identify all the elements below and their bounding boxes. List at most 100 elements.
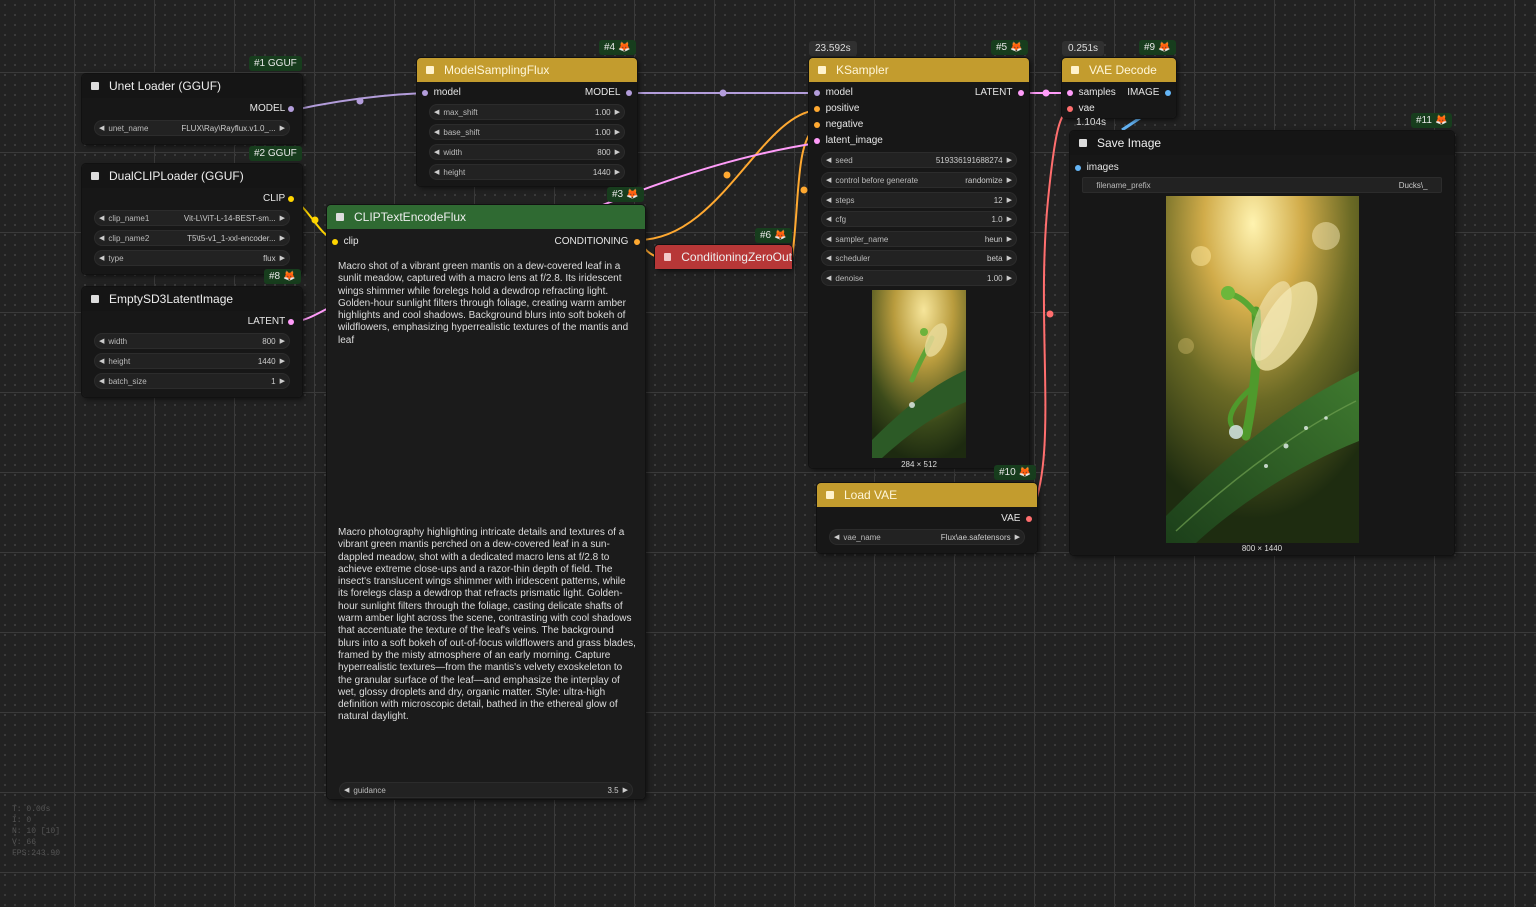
widget-scheduler[interactable]: ◀ scheduler beta ▶ [821,250,1017,266]
right-arrow-icon[interactable]: ▶ [1015,533,1020,541]
left-arrow-icon[interactable]: ◀ [434,128,439,136]
input-slot-icon[interactable] [814,137,820,144]
widget-sampler-name[interactable]: ◀ sampler_name heun ▶ [821,231,1017,247]
widget-filename-prefix[interactable]: ◀filename_prefixDucks\_▶ [1082,177,1442,193]
collapse-icon[interactable] [1071,66,1079,74]
left-arrow-icon[interactable]: ◀ [99,254,104,262]
widget-steps[interactable]: ◀ steps 12 ▶ [821,192,1017,208]
node-title[interactable]: Unet Loader (GGUF) [82,74,302,98]
right-arrow-icon[interactable]: ▶ [1007,254,1012,262]
node-title[interactable]: EmptySD3LatentImage [82,287,302,311]
right-arrow-icon[interactable]: ▶ [1007,274,1012,282]
collapse-icon[interactable] [91,172,99,180]
left-arrow-icon[interactable]: ◀ [826,235,831,243]
output-slot-icon[interactable] [634,238,640,245]
left-arrow-icon[interactable]: ◀ [826,196,831,204]
right-arrow-icon[interactable]: ▶ [1007,156,1012,164]
left-arrow-icon[interactable]: ◀ [434,108,439,116]
right-arrow-icon[interactable]: ▶ [280,377,285,385]
collapse-icon[interactable] [91,82,99,90]
input-samples[interactable]: samples [1067,87,1116,98]
empty-latent-node[interactable]: EmptySD3LatentImage LATENT ◀ width 800 ▶ ◀ h… [82,287,302,397]
left-arrow-icon[interactable]: ◀ [99,377,104,385]
output-slot-icon[interactable] [626,89,632,96]
node-title[interactable]: Save Image [1070,131,1454,155]
widget-unet-name[interactable]: ◀ unet_name FLUX\Ray\Rayflux.v1.0_... ▶ [94,120,290,136]
right-arrow-icon[interactable]: ▶ [280,337,285,345]
left-arrow-icon[interactable]: ◀ [434,168,439,176]
widget-control-before-generate[interactable]: ◀ control before generate randomize ▶ [821,172,1017,188]
node-title[interactable]: CLIPTextEncodeFlux [327,205,645,229]
output-slot-icon[interactable] [1165,89,1171,96]
left-arrow-icon[interactable]: ◀ [99,214,104,222]
widget-type[interactable]: ◀ type flux ▶ [94,250,290,266]
widget-guidance[interactable]: ◀ guidance 3.5 ▶ [339,782,633,798]
widget-batch-size[interactable]: ◀ batch_size 1 ▶ [94,373,290,389]
widget-seed[interactable]: ◀ seed 519336191688274 ▶ [821,152,1017,168]
output-image[interactable]: IMAGE [1127,87,1171,98]
widget-cfg[interactable]: ◀ cfg 1.0 ▶ [821,211,1017,227]
node-title[interactable]: Load VAE [817,483,1037,507]
input-slot-icon[interactable] [814,105,820,112]
input-vae[interactable]: vae [1067,103,1095,114]
output-model[interactable]: MODEL [585,87,632,98]
left-arrow-icon[interactable]: ◀ [826,176,831,184]
input-slot-icon[interactable] [422,89,428,96]
clip-text-encode-flux-node[interactable]: CLIPTextEncodeFlux clip CONDITIONING Mac… [327,205,645,799]
right-arrow-icon[interactable]: ▶ [623,786,628,794]
left-arrow-icon[interactable]: ◀ [99,337,104,345]
input-slot-icon[interactable] [814,121,820,128]
widget-height[interactable]: ◀ height 1440 ▶ [429,164,625,180]
node-title[interactable]: ModelSamplingFlux [417,58,637,82]
input-positive[interactable]: positive [814,103,859,114]
model-sampling-flux-node[interactable]: ModelSamplingFlux model MODEL ◀ max_shift… [417,58,637,186]
widget-base-shift[interactable]: ◀ base_shift 1.00 ▶ [429,124,625,140]
right-arrow-icon[interactable]: ▶ [280,357,285,365]
input-slot-icon[interactable] [1067,105,1073,112]
right-arrow-icon[interactable]: ▶ [280,234,285,242]
t5xxl-prompt-textarea[interactable]: Macro photography highlighting intricate… [338,527,638,724]
right-arrow-icon[interactable]: ▶ [615,168,620,176]
ksampler-preview-image[interactable] [872,290,966,458]
collapse-icon[interactable] [91,295,99,303]
output-slot-icon[interactable] [1018,89,1024,96]
widget-clip-name1[interactable]: ◀ clip_name1 Vit-L\ViT-L-14-BEST-sm... ▶ [94,210,290,226]
node-title[interactable]: ConditioningZeroOut [655,245,792,269]
right-arrow-icon[interactable]: ▶ [615,128,620,136]
clip-l-prompt-textarea[interactable]: Macro shot of a vibrant green mantis on … [338,261,638,347]
left-arrow-icon[interactable]: ◀ [99,234,104,242]
left-arrow-icon[interactable]: ◀ [826,156,831,164]
left-arrow-icon[interactable]: ◀ [826,274,831,282]
right-arrow-icon[interactable]: ▶ [280,254,285,262]
conditioning-zero-out-node[interactable]: ConditioningZeroOut [655,245,792,269]
output-conditioning[interactable]: CONDITIONING [555,236,640,247]
widget-denoise[interactable]: ◀ denoise 1.00 ▶ [821,270,1017,286]
saved-output-image[interactable] [1166,196,1359,543]
output-slot-icon[interactable] [288,318,294,325]
left-arrow-icon[interactable]: ◀ [834,533,839,541]
load-vae-node[interactable]: Load VAE VAE ◀ vae_name Flux\ae.safetensor… [817,483,1037,553]
widget-width[interactable]: ◀ width 800 ▶ [94,333,290,349]
output-slot-icon[interactable] [1026,515,1032,522]
right-arrow-icon[interactable]: ▶ [615,148,620,156]
output-slot-icon[interactable] [288,105,294,112]
right-arrow-icon[interactable]: ▶ [615,108,620,116]
input-images[interactable]: images [1075,162,1119,173]
output-vae[interactable]: VAE [1001,513,1032,524]
collapse-icon[interactable] [426,66,434,74]
vae-decode-node[interactable]: VAE Decode samples vae IMAGE [1062,58,1176,118]
left-arrow-icon[interactable]: ◀ [826,215,831,223]
widget-width[interactable]: ◀ width 800 ▶ [429,144,625,160]
widget-max-shift[interactable]: ◀ max_shift 1.00 ▶ [429,104,625,120]
collapse-icon[interactable] [1079,139,1087,147]
output-slot-icon[interactable] [288,195,294,202]
widget-vae-name[interactable]: ◀ vae_name Flux\ae.safetensors ▶ [829,529,1025,545]
collapse-icon[interactable] [336,213,344,221]
collapse-icon[interactable] [818,66,826,74]
left-arrow-icon[interactable]: ◀ [826,254,831,262]
collapse-icon[interactable] [826,491,834,499]
input-slot-icon[interactable] [1067,89,1073,96]
input-model[interactable]: model [422,87,461,98]
output-clip[interactable]: CLIP [263,193,294,204]
input-model[interactable]: model [814,87,853,98]
